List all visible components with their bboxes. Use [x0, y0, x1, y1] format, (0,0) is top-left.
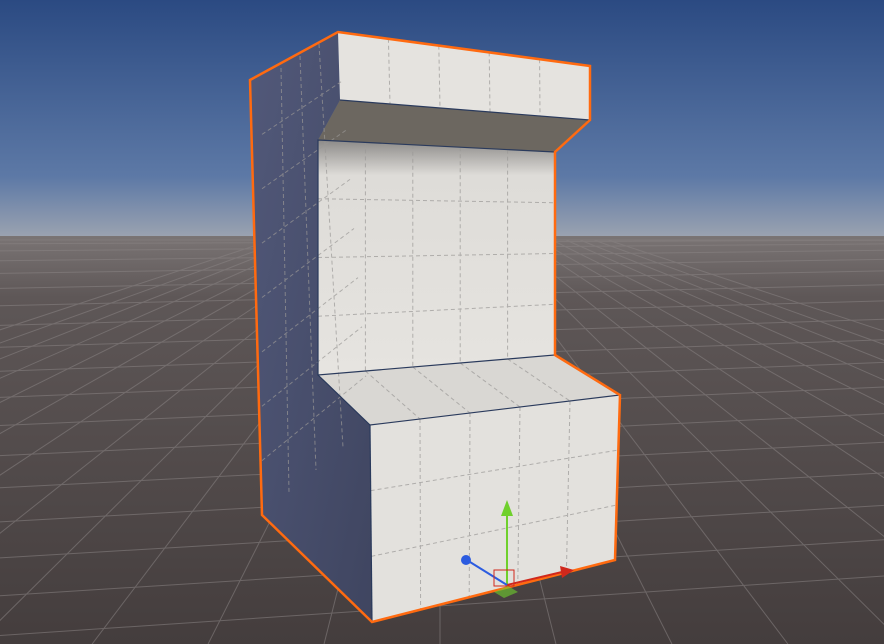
scene-canvas[interactable]: [0, 0, 884, 644]
cabinet-screen-face: [318, 140, 555, 375]
gizmo-z-arrow-icon[interactable]: [461, 555, 471, 565]
scene-viewport[interactable]: [0, 0, 884, 644]
